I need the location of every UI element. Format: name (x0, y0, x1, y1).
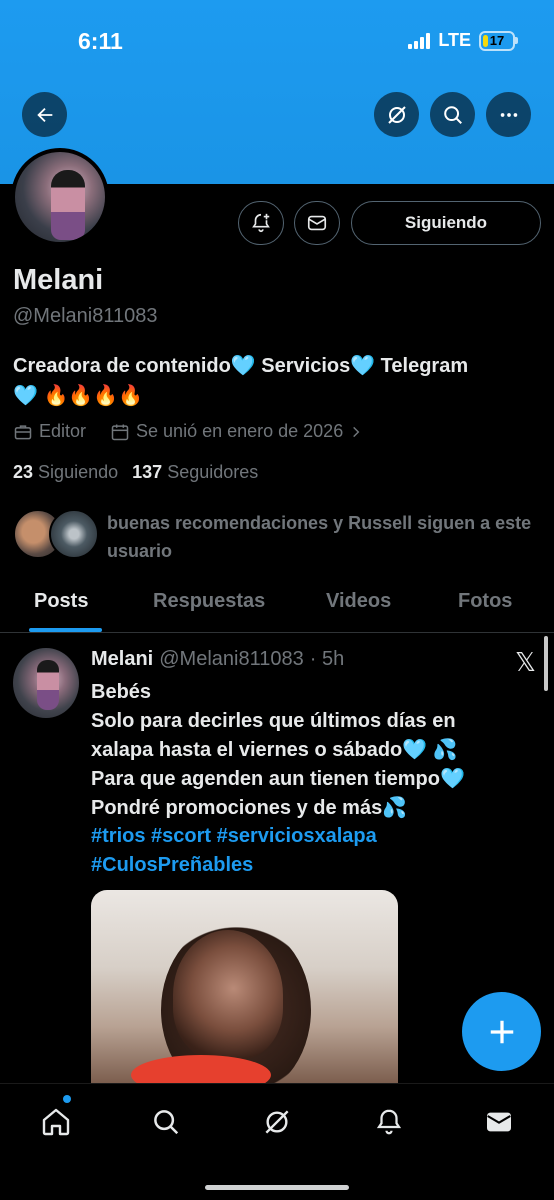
mutual-followers-avatars[interactable] (13, 509, 99, 559)
tab-replies[interactable]: Respuestas (153, 590, 265, 613)
more-icon (500, 112, 517, 117)
post-hashtags: #trios #scort #serviciosxalapa #CulosPre… (91, 822, 531, 880)
profile-name: Melani (13, 264, 104, 296)
followers-stat[interactable]: 137 Seguidores (132, 462, 258, 483)
briefcase-icon (14, 424, 32, 439)
post-timestamp[interactable]: · 5h (310, 648, 344, 671)
chevron-right-icon (353, 426, 360, 437)
profile-meta: Editor Se unió en enero de 2026 (13, 421, 363, 442)
back-button[interactable] (22, 92, 67, 137)
messages-icon (487, 1112, 511, 1132)
nav-search[interactable] (146, 1102, 186, 1142)
active-tab-indicator (29, 628, 102, 632)
post-author-handle[interactable]: @Melani811083 (159, 648, 303, 671)
message-button[interactable] (294, 201, 340, 245)
followers-count: 137 (132, 462, 163, 482)
following-stat[interactable]: 23 Siguiendo (13, 462, 118, 483)
profile-avatar[interactable] (11, 148, 109, 246)
following-label: Siguiendo (38, 462, 119, 482)
post-header: Melani @Melani811083 · 5h (91, 648, 344, 671)
hashtag-line[interactable]: #trios #scort #serviciosxalapa (91, 822, 531, 851)
post-line: xalapa hasta el viernes o sábado🩵 💦 (91, 739, 458, 761)
calendar-icon (111, 424, 129, 440)
profile-tabs: Posts Respuestas Videos Fotos (0, 576, 554, 633)
more-button[interactable] (486, 92, 531, 137)
following-button[interactable]: Siguiendo (351, 201, 541, 245)
profile-joined-date[interactable]: Se unió en enero de 2026 (136, 421, 343, 442)
notifications-subscribe-button[interactable] (238, 201, 284, 245)
tab-posts[interactable]: Posts (34, 590, 88, 613)
home-indicator (205, 1185, 349, 1190)
x-logo-icon: 𝕏 (515, 648, 536, 678)
tab-videos[interactable]: Videos (326, 590, 391, 613)
search-icon (154, 1110, 179, 1135)
profile-bio: Creadora de contenido🩵 Servicios🩵 Telegr… (13, 351, 543, 411)
mail-icon (307, 215, 327, 231)
post-line: Bebés (91, 681, 152, 703)
post-line: Solo para decirles que últimos días en (91, 710, 456, 732)
profile-category: Editor (39, 421, 87, 441)
post-line: Pondré promociones y de más💦 (91, 797, 408, 819)
post-text[interactable]: Bebés Solo para decirles que últimos día… (91, 678, 531, 823)
following-count: 23 (13, 462, 34, 482)
nav-messages[interactable] (479, 1102, 519, 1142)
battery-level: 17 (489, 33, 505, 48)
followers-label: Seguidores (167, 462, 259, 482)
home-icon (42, 1108, 70, 1136)
post-author-avatar[interactable] (13, 648, 79, 718)
avatar (49, 509, 99, 559)
notifications-icon (376, 1109, 402, 1135)
nav-notifications[interactable] (369, 1102, 409, 1142)
compose-button[interactable] (462, 992, 541, 1071)
plus-icon (490, 1020, 513, 1043)
nav-home[interactable] (36, 1102, 76, 1142)
post-author-name[interactable]: Melani (91, 648, 153, 671)
grok-icon (265, 1110, 289, 1134)
status-time: 6:11 (78, 28, 123, 54)
unread-dot (63, 1095, 71, 1103)
profile-handle: @Melani811083 (13, 305, 158, 327)
tab-photos[interactable]: Fotos (458, 590, 512, 613)
nav-grok[interactable] (257, 1102, 297, 1142)
post-line: Para que agenden aun tienen tiempo🩵 (91, 768, 465, 790)
arrow-left-icon (36, 107, 52, 122)
status-indicators: LTE 17 (408, 30, 518, 51)
bottom-navigation (0, 1083, 554, 1200)
follow-stats: 23 Siguiendo 137 Seguidores (13, 462, 258, 483)
signal-icon (408, 32, 431, 49)
post-media-image[interactable] (91, 890, 398, 1085)
bio-line: 🩵 🔥🔥🔥🔥 (13, 385, 144, 407)
hashtag-line[interactable]: #CulosPreñables (91, 851, 531, 880)
battery-icon: 17 (479, 30, 518, 51)
scrollbar[interactable] (544, 636, 548, 691)
network-label: LTE (438, 30, 471, 50)
bio-line: Creadora de contenido🩵 Servicios🩵 Telegr… (13, 355, 469, 377)
bell-plus-icon (252, 213, 270, 233)
search-button[interactable] (430, 92, 475, 137)
grok-button[interactable] (374, 92, 419, 137)
search-icon (443, 105, 462, 124)
grok-icon (387, 105, 406, 124)
mutual-followers-text[interactable]: buenas recomendaciones y Russell siguen … (107, 509, 547, 565)
